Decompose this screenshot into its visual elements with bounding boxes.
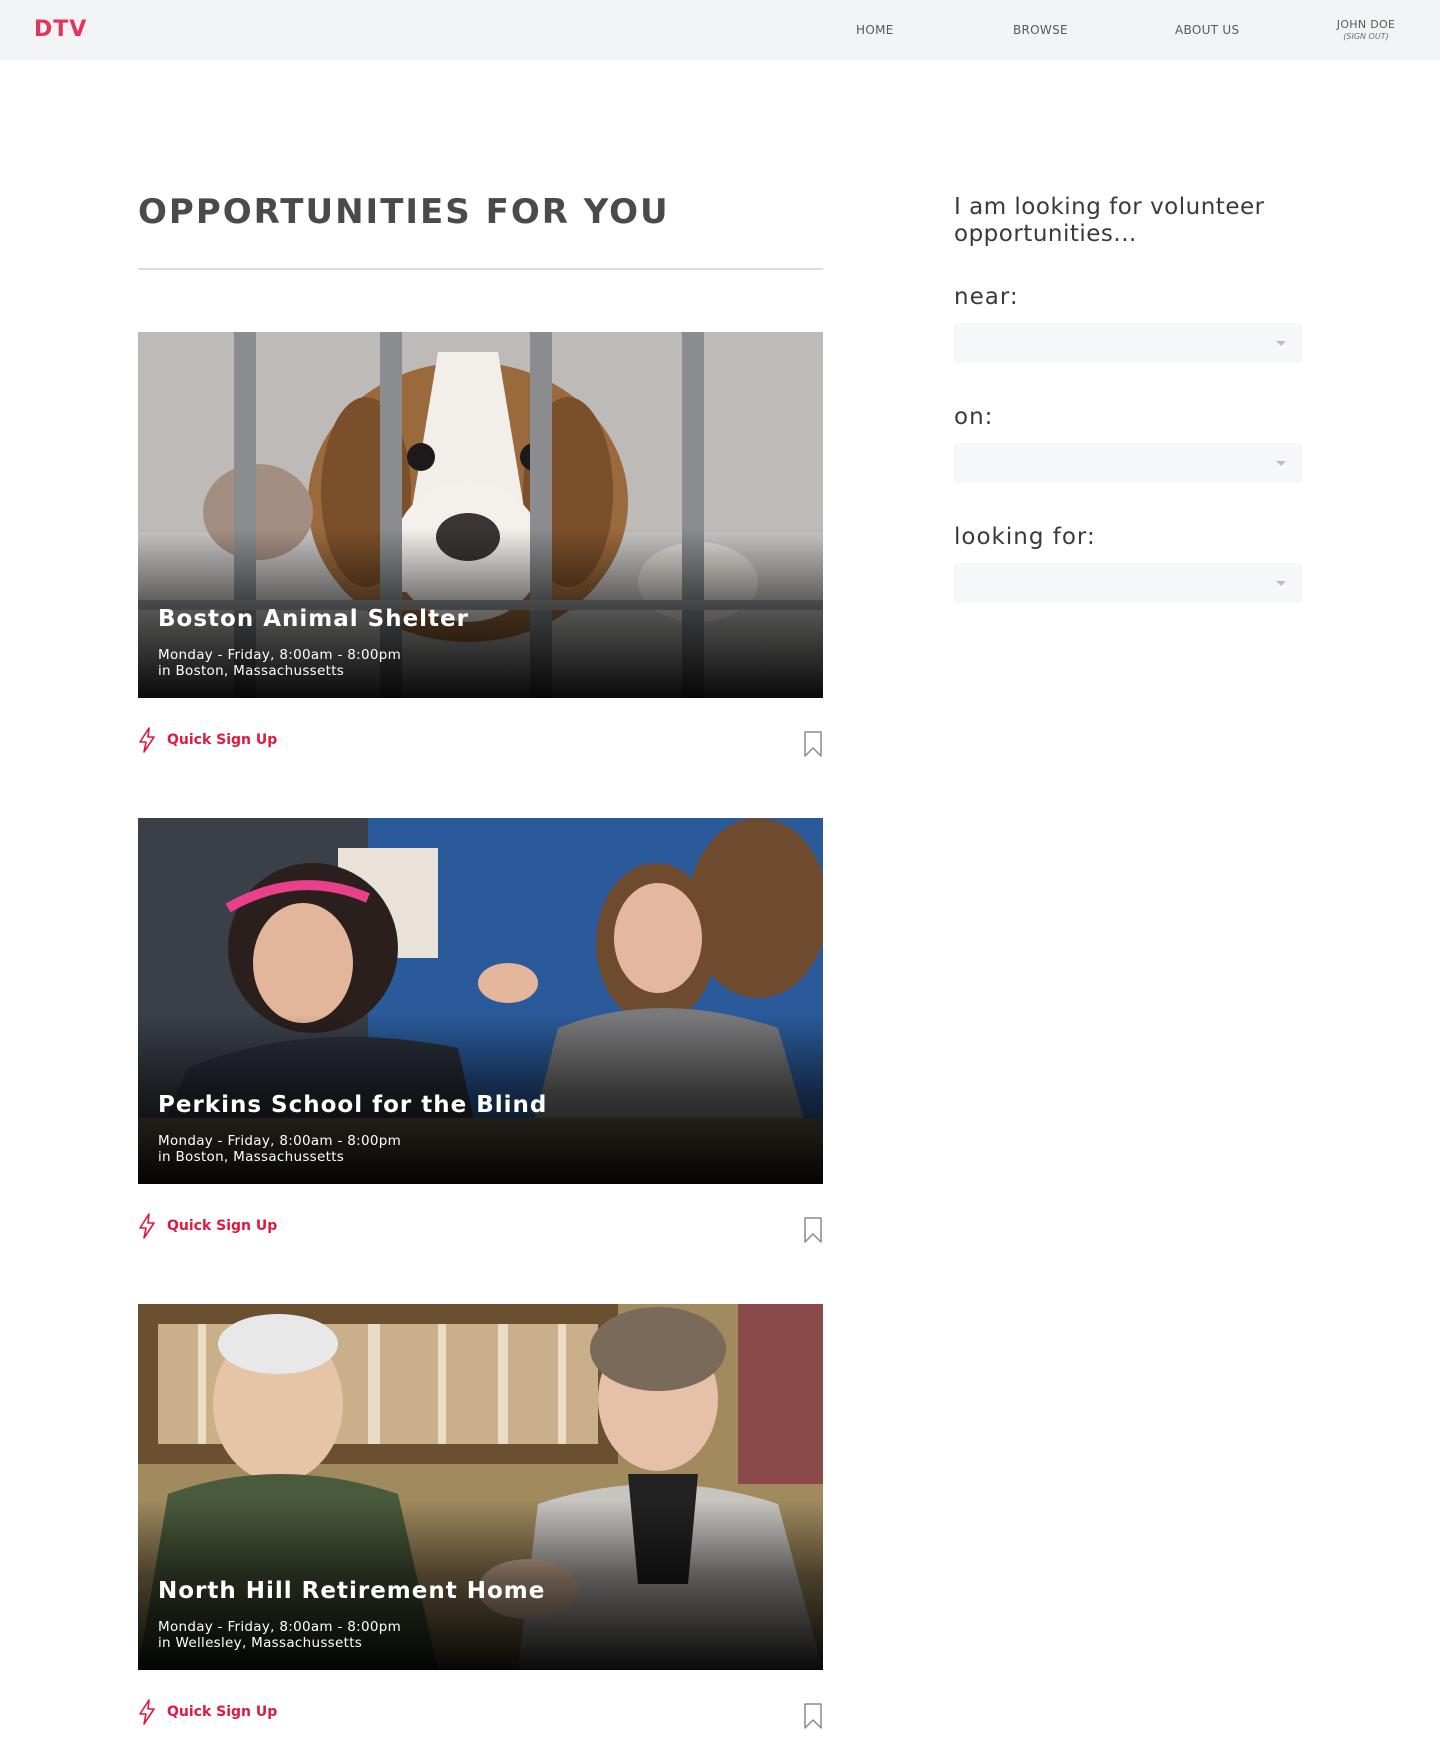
opportunity-card[interactable]: Boston Animal Shelter Monday - Friday, 8…: [138, 332, 823, 698]
quick-sign-up-label: Quick Sign Up: [167, 1218, 278, 1234]
bookmark-icon[interactable]: [803, 1217, 823, 1243]
card-title: Boston Animal Shelter: [158, 606, 469, 632]
lightning-bolt-icon: [139, 1213, 155, 1239]
chevron-down-icon: [1276, 341, 1286, 346]
looking-for-select[interactable]: [954, 563, 1302, 603]
page-title: OPPORTUNITIES FOR YOU: [138, 192, 670, 232]
looking-for-label: looking for:: [954, 524, 1096, 550]
quick-sign-up-button[interactable]: Quick Sign Up: [138, 1699, 277, 1725]
user-menu[interactable]: JOHN DOE (SIGN OUT): [1328, 18, 1404, 41]
bookmark-icon[interactable]: [803, 731, 823, 757]
near-label: near:: [954, 284, 1019, 310]
lightning-bolt-icon: [139, 1699, 155, 1725]
nav-home-link[interactable]: HOME: [856, 23, 894, 37]
opportunity-card[interactable]: North Hill Retirement Home Monday - Frid…: [138, 1304, 823, 1670]
card-title: Perkins School for the Blind: [158, 1092, 548, 1118]
on-label: on:: [954, 404, 994, 430]
chevron-down-icon: [1276, 461, 1286, 466]
chevron-down-icon: [1276, 581, 1286, 586]
quick-sign-up-button[interactable]: Quick Sign Up: [138, 1213, 277, 1239]
logo[interactable]: DTV: [34, 17, 87, 42]
quick-sign-up-label: Quick Sign Up: [167, 732, 278, 748]
quick-sign-up-label: Quick Sign Up: [167, 1704, 278, 1720]
card-location: in Boston, Massachussetts: [158, 663, 345, 679]
quick-sign-up-button[interactable]: Quick Sign Up: [138, 727, 277, 753]
card-schedule: Monday - Friday, 8:00am - 8:00pm: [158, 647, 402, 663]
card-schedule: Monday - Friday, 8:00am - 8:00pm: [158, 1133, 402, 1149]
user-name: JOHN DOE: [1336, 18, 1396, 31]
title-divider: [138, 268, 823, 270]
top-navbar: DTV HOME BROWSE ABOUT US JOHN DOE (SIGN …: [0, 0, 1440, 60]
card-location: in Boston, Massachussetts: [158, 1149, 345, 1165]
filter-intro-text: I am looking for volunteer opportunities…: [954, 194, 1265, 247]
opportunity-card[interactable]: Perkins School for the Blind Monday - Fr…: [138, 818, 823, 1184]
bookmark-icon[interactable]: [803, 1703, 823, 1729]
card-schedule: Monday - Friday, 8:00am - 8:00pm: [158, 1619, 402, 1635]
lightning-bolt-icon: [139, 727, 155, 753]
nav-about-link[interactable]: ABOUT US: [1175, 23, 1239, 37]
nav-browse-link[interactable]: BROWSE: [1013, 23, 1068, 37]
card-title: North Hill Retirement Home: [158, 1578, 546, 1604]
date-select[interactable]: [954, 443, 1302, 483]
sign-out-link[interactable]: (SIGN OUT): [1328, 32, 1404, 41]
near-select[interactable]: [954, 323, 1302, 363]
card-location: in Wellesley, Massachussetts: [158, 1635, 363, 1651]
